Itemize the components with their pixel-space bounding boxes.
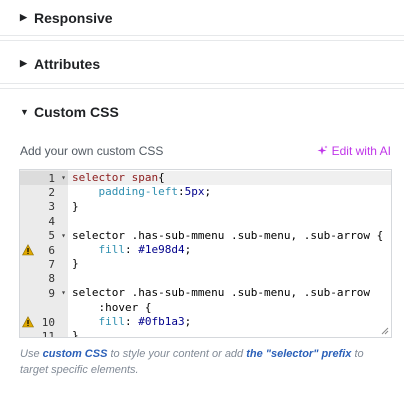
line-number-text: 3 — [48, 200, 55, 214]
warning-icon[interactable] — [22, 244, 34, 256]
code-line[interactable]: 3} — [20, 200, 391, 214]
line-number-text: 11 — [41, 330, 55, 338]
code-text: } — [68, 257, 391, 271]
code-token: ; — [184, 315, 192, 328]
line-number-text: 6 — [48, 243, 55, 257]
line-number: 4 — [20, 214, 68, 228]
custom-css-link[interactable]: custom CSS — [43, 348, 108, 360]
code-token: :hover { — [72, 300, 152, 314]
line-number-text: 2 — [48, 186, 55, 200]
warning-icon[interactable] — [22, 316, 34, 328]
code-line[interactable]: 7} — [20, 257, 391, 271]
line-number-text: 8 — [48, 272, 55, 286]
code-line[interactable]: 10 fill: #0fb1a3; — [20, 315, 391, 329]
line-number: 1 ▾ — [20, 171, 68, 186]
code-token: 5px — [184, 185, 205, 199]
code-line[interactable]: 8 — [20, 272, 391, 286]
code-token: ; — [184, 243, 192, 256]
code-line[interactable]: 6 fill: #1e98d4; — [20, 243, 391, 257]
code-token: } — [72, 257, 79, 271]
code-text: fill: #1e98d4; — [68, 243, 391, 257]
line-number: 8 — [20, 272, 68, 286]
code-line[interactable]: 1 ▾ selector span{ — [20, 171, 391, 186]
code-text: selector span{ — [68, 171, 391, 186]
section-responsive-label: Responsive — [34, 9, 113, 26]
edit-with-ai-label: Edit with AI — [331, 144, 391, 158]
code-token: ; — [204, 185, 212, 199]
code-text: } — [68, 329, 391, 338]
line-number-text: 5 — [48, 229, 55, 243]
code-line[interactable]: :hover { — [20, 301, 391, 315]
fold-arrow-icon[interactable]: ▾ — [61, 229, 66, 243]
code-token: fill — [72, 243, 125, 256]
line-number: 6 — [20, 243, 68, 257]
code-text: fill: #0fb1a3; — [68, 315, 391, 329]
line-number: 9 ▾ — [20, 286, 68, 300]
code-text: } — [68, 200, 391, 214]
line-number: 10 — [20, 315, 68, 329]
code-token: : — [124, 315, 139, 328]
css-code-editor[interactable]: 1 ▾ selector span{2 padding-left:5px; 3} 4 5 ▾… — [19, 169, 392, 338]
line-number: 11 — [20, 329, 68, 338]
line-number-text: 4 — [48, 214, 55, 228]
section-custom-css-label: Custom CSS — [34, 104, 119, 120]
code-token: } — [72, 329, 79, 338]
caret-right-icon: ▶ — [20, 58, 27, 68]
line-number: 2 — [20, 185, 68, 199]
sparkle-icon — [317, 145, 328, 155]
line-number: 5 ▾ — [20, 229, 68, 243]
line-number-text: 1 — [48, 171, 55, 185]
selector-prefix-link[interactable]: the "selector" prefix — [246, 348, 351, 360]
code-token: : — [177, 185, 185, 199]
line-number-text: 9 — [48, 286, 55, 300]
code-token: fill — [72, 315, 125, 328]
section-responsive[interactable]: ▶ Responsive — [0, 0, 404, 36]
section-attributes-label: Attributes — [34, 55, 101, 72]
code-token: padding-left — [72, 185, 178, 199]
line-number: 7 — [20, 257, 68, 271]
code-text: selector .has-sub-mmenu .sub-menu, .sub-… — [68, 229, 391, 243]
section-attributes[interactable]: ▶ Attributes — [0, 44, 404, 84]
line-number — [20, 301, 68, 315]
caret-down-icon: ▼ — [20, 106, 29, 117]
caret-right-icon: ▶ — [20, 12, 27, 22]
edit-with-ai-button[interactable]: Edit with AI — [316, 144, 391, 158]
line-number: 3 — [20, 200, 68, 214]
divider — [0, 40, 404, 41]
custom-css-help-text: Use custom CSS to style your content or … — [20, 348, 364, 376]
fold-arrow-icon[interactable]: ▾ — [61, 286, 66, 300]
code-token: selector .has-sub-mmenu .sub-menu, .sub-… — [72, 286, 371, 300]
code-text: selector .has-sub-mmenu .sub-menu, .sub-… — [68, 286, 391, 300]
code-line[interactable]: 2 padding-left:5px; — [20, 185, 391, 199]
code-line[interactable]: 5 ▾ selector .has-sub-mmenu .sub-menu, .su… — [20, 229, 391, 243]
code-line[interactable]: 9 ▾ selector .has-sub-mmenu .sub-menu, .su… — [20, 286, 391, 300]
code-line[interactable]: 11} — [20, 329, 391, 338]
code-text: padding-left:5px; — [68, 185, 391, 199]
fold-arrow-icon[interactable]: ▾ — [61, 171, 66, 185]
code-token: : — [124, 243, 139, 256]
line-number-text: 10 — [41, 315, 55, 329]
section-custom-css[interactable]: ▼ Custom CSS — [0, 92, 404, 132]
custom-css-label: Add your own custom CSS — [20, 144, 164, 158]
code-token: selector .has-sub-mmenu .sub-menu, .sub-… — [72, 228, 384, 242]
code-token: selector span — [72, 171, 159, 184]
code-token: #0fb1a3 — [138, 315, 185, 328]
code-token: } — [72, 199, 79, 213]
code-token: { — [158, 171, 165, 184]
divider — [0, 88, 404, 89]
line-number-text: 7 — [48, 258, 55, 272]
code-line[interactable]: 4 — [20, 214, 391, 228]
code-text: :hover { — [68, 301, 391, 315]
code-token: #1e98d4 — [138, 243, 185, 256]
